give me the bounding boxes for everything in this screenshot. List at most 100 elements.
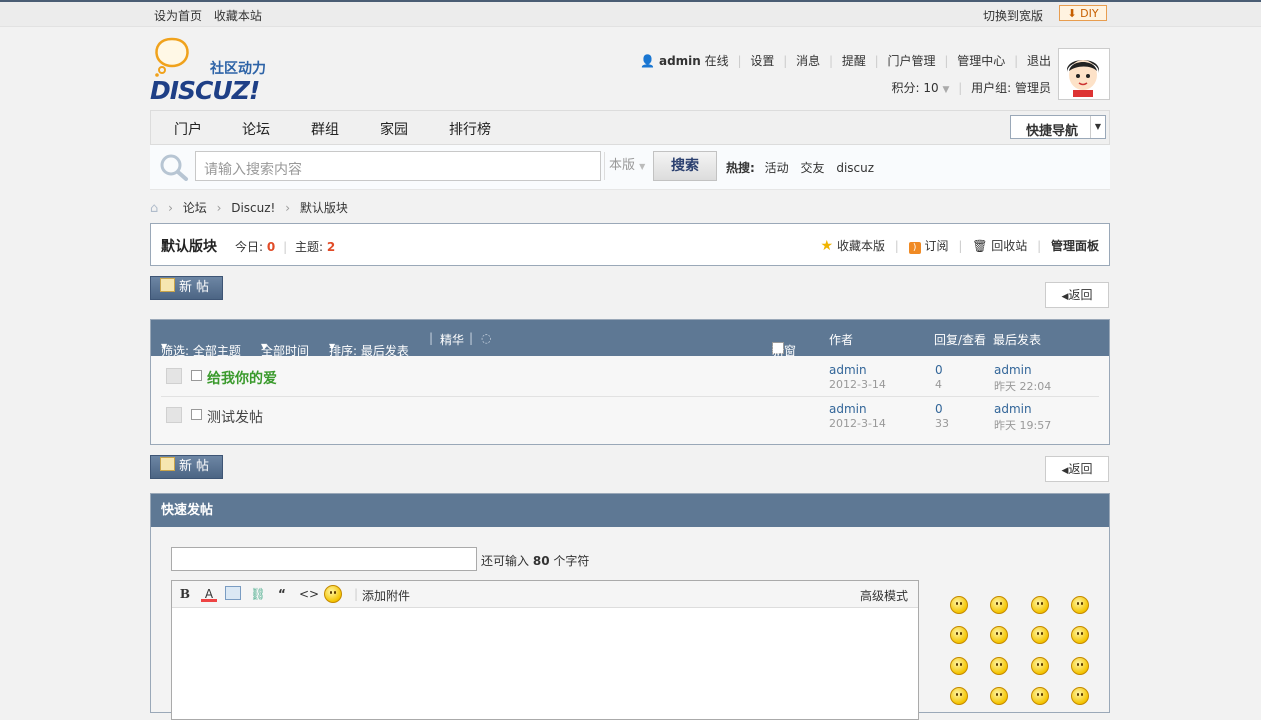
new-post-button[interactable]: 新帖 [150,455,223,479]
divider: | [469,331,474,345]
thread-views: 4 [935,378,942,391]
admin-panel-link[interactable]: 管理面板 [1051,239,1099,253]
bold-icon[interactable]: B [177,586,193,602]
smiley-icon[interactable] [1031,687,1049,705]
code-icon[interactable]: <> [299,586,319,602]
nav-forum[interactable]: 论坛 [242,119,270,139]
breadcrumb-forum[interactable]: 论坛 [183,201,207,215]
nav-ranking[interactable]: 排行榜 [449,119,491,139]
site-logo[interactable]: 社区动力 DISCUZ! [150,36,290,105]
smiley-icon[interactable] [950,596,968,614]
speech-bubble-icon [155,37,189,77]
breadcrumb-discuz[interactable]: Discuz! [231,201,275,215]
breadcrumb-current[interactable]: 默认版块 [300,201,348,215]
digest-link[interactable]: 精华 [440,331,464,348]
subscribe-link[interactable]: 订阅 [924,239,948,253]
thread-checkbox[interactable] [191,370,202,381]
back-button[interactable]: ◀返回 [1045,282,1109,308]
quote-icon[interactable]: “ [274,586,290,602]
quick-post-panel: 快速发帖 还可输入 80 个字符 B A ⛓ “ <> | 添加附件 高级模式 [150,493,1110,720]
user-stats: 积分: 10 ▼ | 用户组: 管理员 [892,79,1051,96]
nav-portal[interactable]: 门户 [174,119,202,139]
avatar[interactable] [1058,48,1110,100]
quick-nav-button[interactable]: 快捷导航 ▼ [1010,115,1106,139]
thread-author[interactable]: admin [829,402,867,416]
smiley-icon[interactable] [1031,657,1049,675]
username-link[interactable]: admin [659,54,701,68]
portal-admin-link[interactable]: 门户管理 [888,54,936,68]
last-post-time[interactable]: 昨天 22:04 [994,378,1051,394]
chevron-down-icon[interactable]: ▼ [943,85,950,95]
search-scope-select[interactable]: 本版 ▼ [604,152,652,180]
bookmark-site-link[interactable]: 收藏本站 [214,9,262,23]
admin-center-link[interactable]: 管理中心 [957,54,1005,68]
editor-toolbar: B A ⛓ “ <> | 添加附件 高级模式 [172,581,918,608]
nav-home[interactable]: 家园 [380,119,408,139]
last-post-time[interactable]: 昨天 19:57 [994,417,1051,433]
image-icon[interactable] [225,586,241,600]
search-button[interactable]: 搜索 [653,151,717,181]
smiley-icon[interactable] [1071,657,1089,675]
smiley-icon[interactable] [950,687,968,705]
font-color-icon[interactable]: A [201,586,217,602]
hot-term[interactable]: 活动 [765,161,789,175]
new-post-button[interactable]: 新帖 [150,276,223,300]
thread-title[interactable]: 测试发帖 [207,407,263,427]
online-status[interactable]: 在线 [705,54,729,68]
thread-checkbox[interactable] [191,409,202,420]
nav-groups[interactable]: 群组 [311,119,339,139]
settings-link[interactable]: 设置 [750,54,774,68]
table-row[interactable]: 给我你的爱 admin 2012-3-14 0 4 admin 昨天 22:04 [161,357,1099,397]
smiley-icon[interactable] [990,596,1008,614]
smiley-icon[interactable] [1031,596,1049,614]
table-row[interactable]: 测试发帖 admin 2012-3-14 0 33 admin 昨天 19:57 [161,396,1099,435]
smiley-icon[interactable] [1071,626,1089,644]
edit-icon [159,278,175,292]
user-group-link[interactable]: 用户组: 管理员 [971,81,1051,95]
last-post-user[interactable]: admin [994,402,1032,416]
logout-link[interactable]: 退出 [1027,54,1051,68]
today-count: 0 [266,240,276,254]
smiley-icon[interactable] [990,657,1008,675]
diy-button[interactable]: ⬇ DIY [1059,5,1107,21]
switch-width-link[interactable]: 切换到宽版 [983,7,1043,24]
smiley-icon[interactable] [1071,596,1089,614]
hot-term[interactable]: discuz [836,161,874,175]
divider: | [944,54,949,68]
points-link[interactable]: 积分: 10 [892,81,939,95]
main-nav: 门户 论坛 群组 家园 排行榜 [150,110,1110,145]
search-input[interactable]: 请输入搜索内容 本版 ▼ [195,151,645,181]
smiley-icon[interactable] [324,585,342,603]
link-icon[interactable]: ⛓ [250,586,266,602]
back-button[interactable]: ◀返回 [1045,456,1109,482]
favorite-forum-link[interactable]: 收藏本版 [837,239,885,253]
messages-link[interactable]: 消息 [796,54,820,68]
smiley-icon[interactable] [950,626,968,644]
thread-replies[interactable]: 0 [935,402,943,416]
smiley-icon[interactable] [950,657,968,675]
smiley-icon[interactable] [1071,687,1089,705]
hot-term[interactable]: 交友 [800,161,824,175]
home-icon[interactable]: ⌂ [150,201,158,216]
preview-icon[interactable]: ◌ [481,331,491,345]
subject-input[interactable] [171,547,477,571]
smiley-icon[interactable] [990,626,1008,644]
thread-author[interactable]: admin [829,363,867,377]
set-home-link[interactable]: 设为首页 [154,9,202,23]
top-links: 设为首页 收藏本站 [154,7,270,24]
divider: | [354,587,359,601]
thread-replies[interactable]: 0 [935,363,943,377]
notices-link[interactable]: 提醒 [842,54,866,68]
advanced-mode-link[interactable]: 高级模式 [860,587,908,604]
smiley-icon[interactable] [990,687,1008,705]
post-editor[interactable]: B A ⛓ “ <> | 添加附件 高级模式 [171,580,919,720]
char-remaining: 还可输入 80 个字符 [481,552,589,569]
thread-title[interactable]: 给我你的爱 [207,368,277,388]
last-post-user[interactable]: admin [994,363,1032,377]
smiley-icon[interactable] [1031,626,1049,644]
diy-label: DIY [1080,7,1099,20]
chevron-down-icon: ▼ [639,162,646,171]
recycle-bin-link[interactable]: 回收站 [991,239,1027,253]
add-attachment-link[interactable]: 添加附件 [362,587,410,604]
hot-search-label: 热搜: [726,161,755,175]
